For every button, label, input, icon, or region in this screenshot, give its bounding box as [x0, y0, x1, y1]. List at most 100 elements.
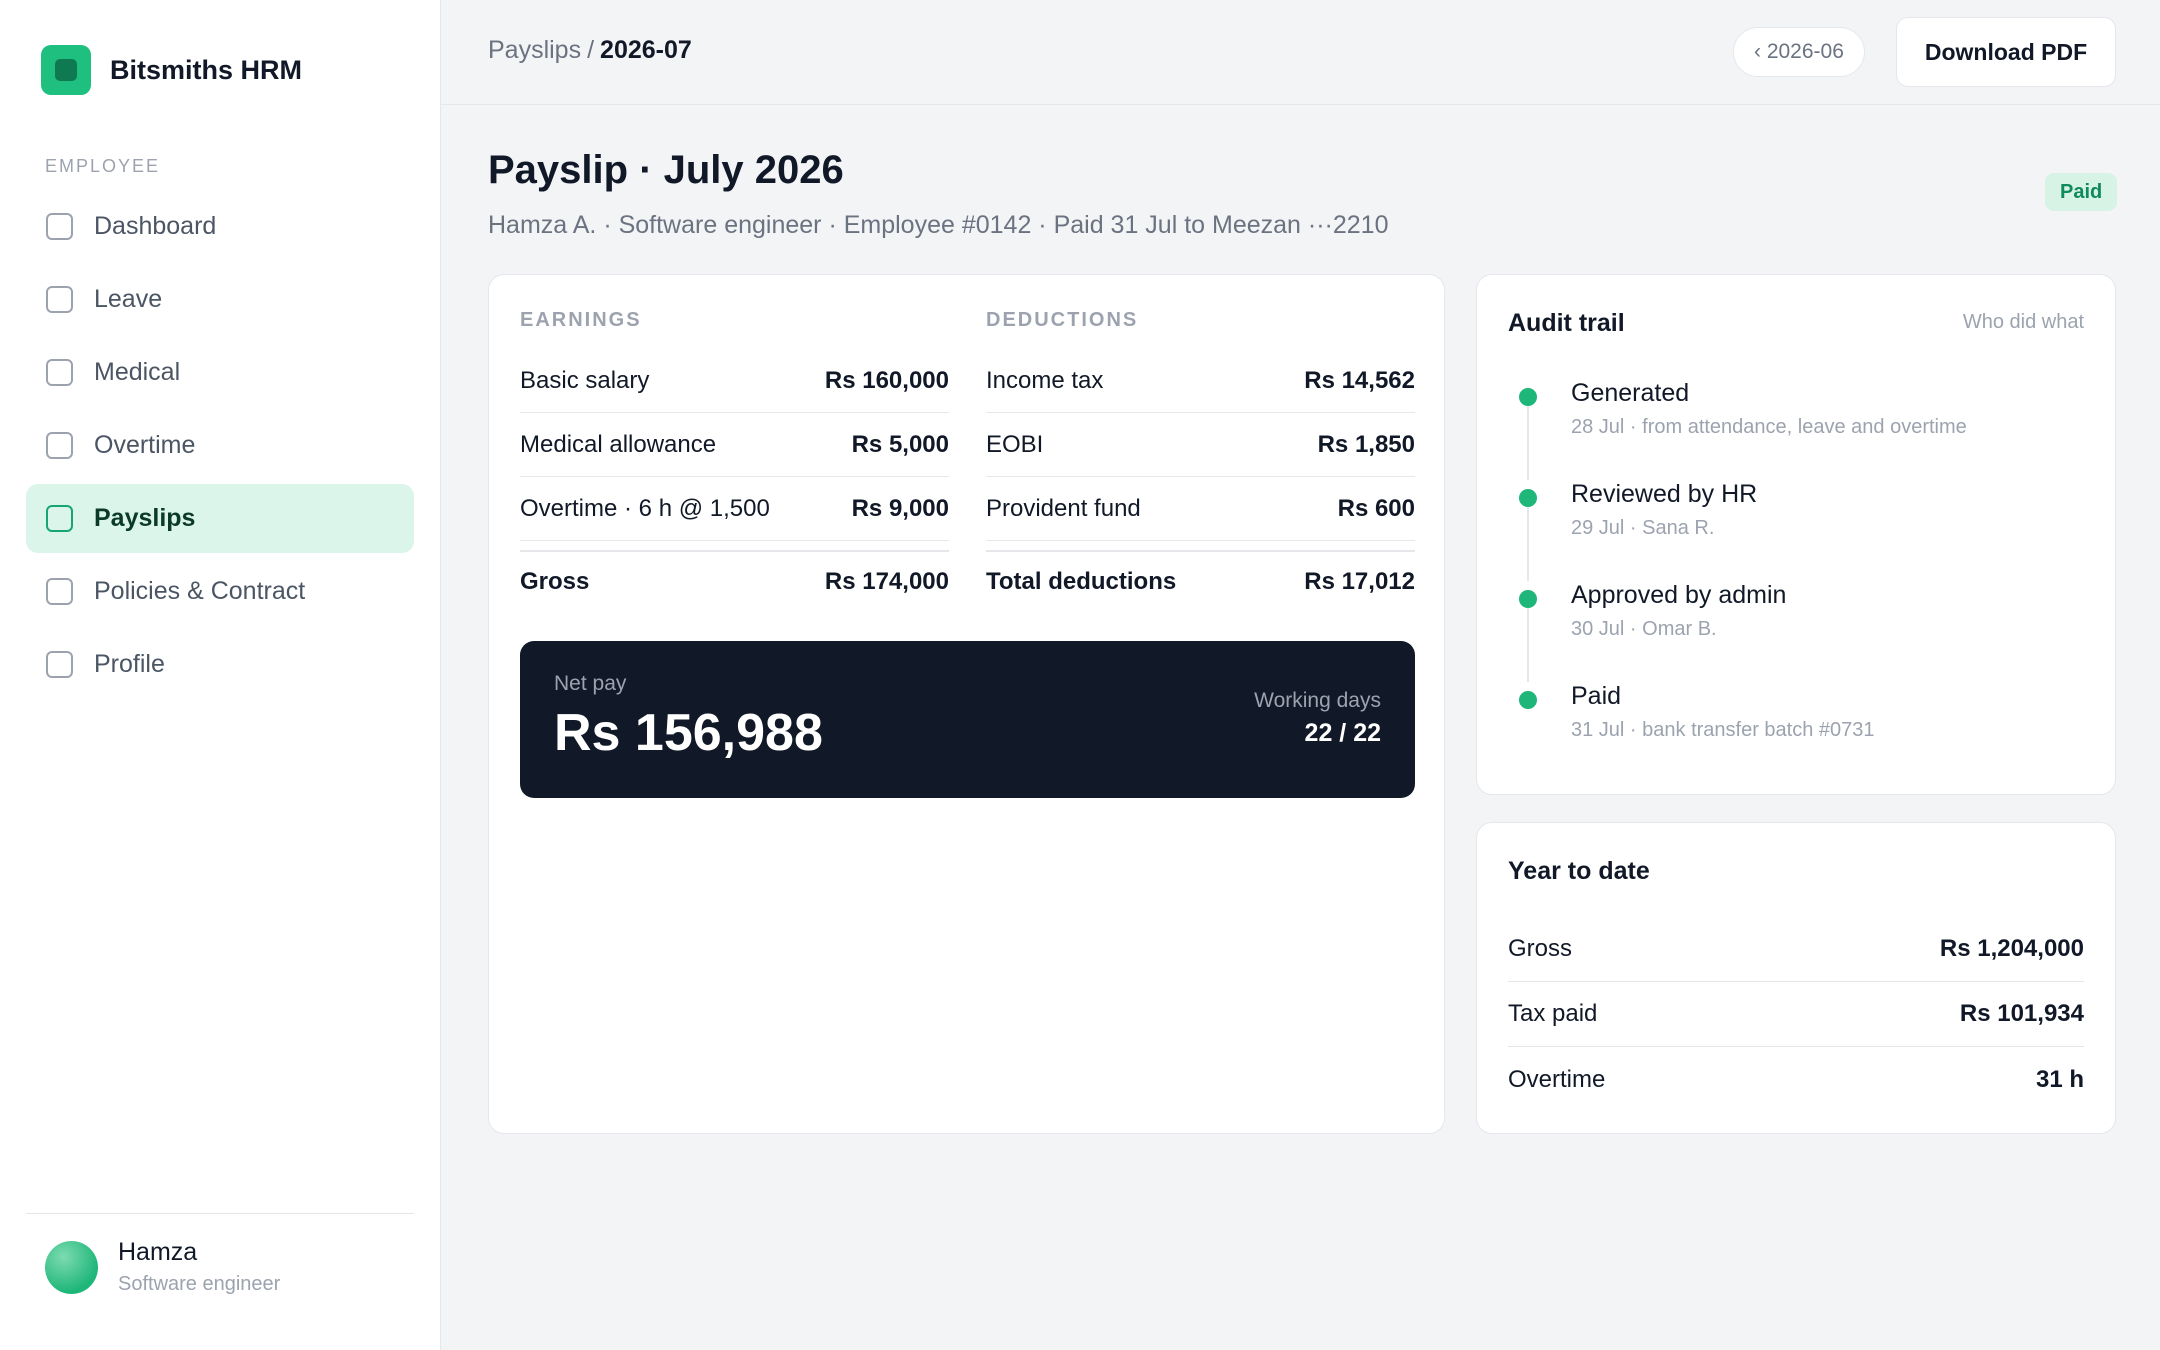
timeline-item-title: Generated [1571, 379, 1690, 407]
timeline-item-meta: 29 Jul · Sana R. [1571, 517, 1715, 539]
user-meta: Hamza Software engineer [118, 1238, 280, 1296]
timeline-item-meta: 30 Jul · Omar B. [1571, 618, 1717, 640]
sidebar: Bitsmiths HRM EMPLOYEE Dashboard Leave M… [0, 0, 441, 1350]
earnings-heading: EARNINGS [520, 309, 642, 331]
checkbox-icon [46, 286, 73, 313]
previous-payslip-button[interactable]: ‹ 2026-06 [1733, 27, 1865, 77]
sidebar-item-label: Dashboard [94, 212, 217, 240]
deductions-column: DEDUCTIONS Income tax Rs 14,562 EOBI Rs … [986, 309, 1415, 612]
ytd-row: Overtime 31 h [1508, 1047, 2084, 1112]
payslip-breakdown-card: EARNINGS Basic salary Rs 160,000 Medical… [488, 274, 1445, 1134]
sidebar-item-leave[interactable]: Leave [26, 265, 414, 334]
earnings-row-value: Rs 160,000 [824, 366, 949, 394]
breadcrumb-current: 2026-07 [600, 36, 692, 64]
year-to-date-title: Year to date [1508, 857, 1650, 885]
deductions-row: Provident fund Rs 600 [986, 477, 1415, 541]
breadcrumb-parent[interactable]: Payslips [488, 36, 581, 64]
net-pay-label: Net pay [554, 672, 627, 695]
deductions-total-label: Total deductions [986, 568, 1177, 595]
logo-icon [41, 45, 91, 95]
status-badge: Paid [2045, 173, 2118, 211]
status-dot-icon [1519, 590, 1537, 608]
main-content: Payslips/2026-07 ‹ 2026-06 Download PDF … [441, 0, 2160, 1350]
earnings-row-label: Overtime · 6 h @ 1,500 [520, 494, 770, 522]
sidebar-item-label: Leave [94, 285, 163, 313]
timeline-item: Approved by admin 30 Jul · Omar B. [1508, 581, 2088, 682]
sidebar-item-label: Medical [94, 358, 181, 386]
deductions-total-value: Rs 17,012 [1304, 568, 1415, 595]
sidebar-item-payslips[interactable]: Payslips [26, 484, 414, 553]
status-dot-icon [1519, 489, 1537, 507]
status-dot-icon [1519, 388, 1537, 406]
download-pdf-button[interactable]: Download PDF [1896, 17, 2116, 87]
sidebar-item-label: Policies & Contract [94, 577, 306, 605]
breadcrumb-separator: / [587, 36, 595, 64]
timeline-item-meta: 31 Jul · bank transfer batch #0731 [1571, 719, 1875, 741]
earnings-column: EARNINGS Basic salary Rs 160,000 Medical… [520, 309, 949, 612]
app-name: Bitsmiths HRM [110, 54, 303, 85]
working-days-value: 22 / 22 [1304, 719, 1381, 747]
sidebar-item-label: Payslips [94, 504, 196, 532]
deductions-total-row: Total deductions Rs 17,012 [986, 550, 1415, 612]
user-card[interactable]: Hamza Software engineer [26, 1213, 414, 1296]
deductions-row-value: Rs 600 [1337, 494, 1415, 522]
checkbox-icon [46, 578, 73, 605]
deductions-row-label: Income tax [986, 366, 1104, 394]
topbar: Payslips/2026-07 ‹ 2026-06 Download PDF [441, 0, 2160, 105]
timeline-item-title: Approved by admin [1571, 581, 1787, 609]
timeline-connector [1527, 507, 1529, 581]
ytd-row: Tax paid Rs 101,934 [1508, 982, 2084, 1047]
timeline-connector [1527, 608, 1529, 682]
gross-total-row: Gross Rs 174,000 [520, 550, 949, 612]
timeline-item: Paid 31 Jul · bank transfer batch #0731 [1508, 682, 2088, 783]
gross-total-label: Gross [520, 568, 590, 595]
sidebar-item-policies-contract[interactable]: Policies & Contract [26, 557, 414, 626]
deductions-row-value: Rs 14,562 [1304, 366, 1415, 394]
earnings-row-value: Rs 5,000 [851, 430, 949, 458]
earnings-row-label: Basic salary [520, 366, 650, 394]
net-pay-panel: Net pay Rs 156,988 Working days 22 / 22 [520, 641, 1415, 798]
audit-trail-hint: Who did what [1962, 311, 2084, 333]
checkbox-icon [46, 213, 73, 240]
ytd-list: Gross Rs 1,204,000 Tax paid Rs 101,934 O… [1508, 917, 2084, 1112]
sidebar-item-medical[interactable]: Medical [26, 338, 414, 407]
brand[interactable]: Bitsmiths HRM [41, 45, 302, 95]
timeline-connector [1527, 406, 1529, 480]
sidebar-nav: Dashboard Leave Medical Overtime Payslip… [26, 192, 414, 703]
deductions-row-value: Rs 1,850 [1317, 430, 1415, 458]
earnings-row: Medical allowance Rs 5,000 [520, 413, 949, 477]
checkbox-icon [46, 359, 73, 386]
timeline-item: Generated 28 Jul · from attendance, leav… [1508, 379, 2088, 480]
checkbox-icon [46, 432, 73, 459]
page-title: Payslip · July 2026 [488, 148, 844, 192]
audit-trail-title: Audit trail [1508, 309, 1625, 337]
net-pay-value: Rs 156,988 [554, 704, 823, 762]
sidebar-item-overtime[interactable]: Overtime [26, 411, 414, 480]
deductions-row: Income tax Rs 14,562 [986, 349, 1415, 413]
working-days-label: Working days [1254, 689, 1381, 712]
app-root: Bitsmiths HRM EMPLOYEE Dashboard Leave M… [0, 0, 2160, 1350]
earnings-row-value: Rs 9,000 [851, 494, 949, 522]
deductions-row-label: Provident fund [986, 494, 1141, 522]
status-dot-icon [1519, 691, 1537, 709]
sidebar-item-label: Profile [94, 650, 165, 678]
checkbox-icon [46, 505, 73, 532]
earnings-row: Overtime · 6 h @ 1,500 Rs 9,000 [520, 477, 949, 541]
breadcrumb: Payslips/2026-07 [488, 36, 692, 65]
ytd-row-value: Rs 101,934 [1959, 1000, 2084, 1027]
deductions-row: EOBI Rs 1,850 [986, 413, 1415, 477]
ytd-row: Gross Rs 1,204,000 [1508, 917, 2084, 982]
ytd-row-label: Tax paid [1508, 1000, 1598, 1027]
sidebar-section-label: EMPLOYEE [45, 156, 161, 176]
deductions-heading: DEDUCTIONS [986, 309, 1139, 331]
timeline-item: Reviewed by HR 29 Jul · Sana R. [1508, 480, 2088, 581]
user-name: Hamza [118, 1238, 198, 1266]
gross-total-value: Rs 174,000 [824, 568, 949, 595]
sidebar-item-dashboard[interactable]: Dashboard [26, 192, 414, 261]
deductions-row-label: EOBI [986, 430, 1044, 458]
earnings-row: Basic salary Rs 160,000 [520, 349, 949, 413]
year-to-date-card: Year to date Gross Rs 1,204,000 Tax paid… [1476, 822, 2116, 1134]
ytd-row-value: Rs 1,204,000 [1939, 935, 2084, 962]
sidebar-item-profile[interactable]: Profile [26, 630, 414, 699]
timeline-item-title: Reviewed by HR [1571, 480, 1758, 508]
